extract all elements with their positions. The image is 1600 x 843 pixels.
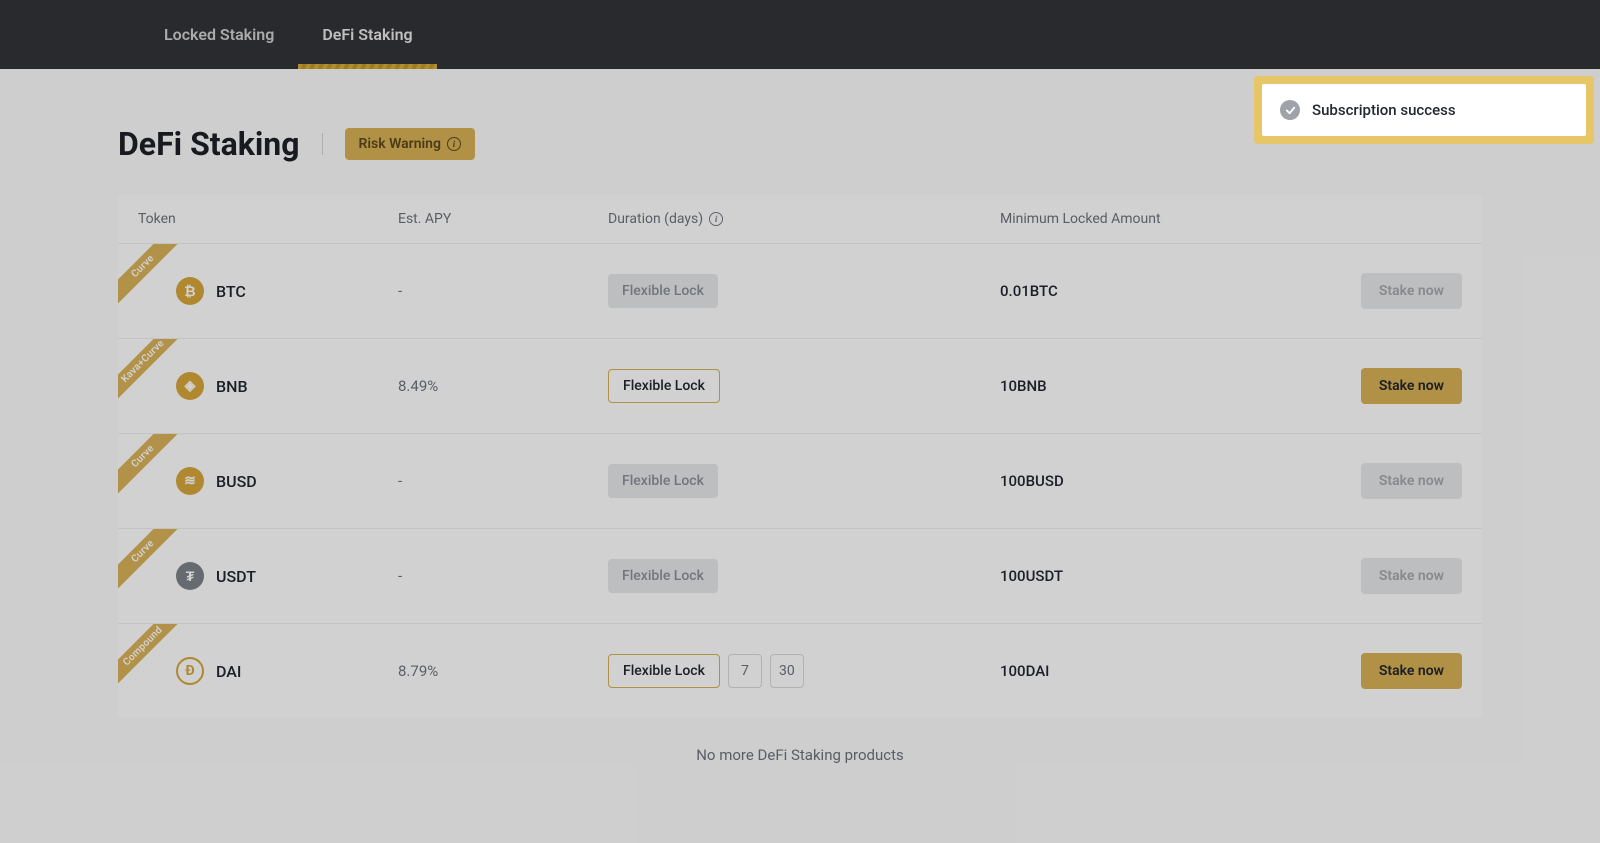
token-name: BNB: [216, 377, 248, 396]
risk-warning-label: Risk Warning: [359, 136, 441, 152]
stake-cell: Stake now: [1318, 558, 1462, 594]
duration-option[interactable]: 30: [770, 654, 804, 688]
token-name: BTC: [216, 282, 246, 301]
token-name: USDT: [216, 567, 256, 586]
coin-icon: ≋: [176, 467, 204, 495]
apy-value: 8.49%: [398, 377, 608, 395]
duration-cell: Flexible Lock: [608, 274, 978, 308]
table-row: Curve≋BUSD-Flexible Lock100BUSDStake now: [118, 433, 1482, 528]
stake-now-button: Stake now: [1361, 558, 1462, 594]
coin-icon: Đ: [176, 657, 204, 685]
stake-cell: Stake now: [1318, 653, 1462, 689]
toast-message: Subscription success: [1312, 101, 1456, 119]
stake-cell: Stake now: [1318, 368, 1462, 404]
coin-icon: ₿: [176, 277, 204, 305]
token-name: DAI: [216, 662, 241, 681]
duration-option[interactable]: Flexible Lock: [608, 654, 720, 688]
separator: [322, 133, 323, 155]
duration-option[interactable]: 7: [728, 654, 762, 688]
stake-now-button: Stake now: [1361, 273, 1462, 309]
table-footer: No more DeFi Staking products: [118, 718, 1482, 810]
col-apy: Est. APY: [398, 211, 608, 227]
min-amount: 100DAI: [978, 662, 1318, 680]
duration-cell: Flexible Lock: [608, 559, 978, 593]
col-min: Minimum Locked Amount: [978, 211, 1318, 227]
token-cell: ₮ USDT: [138, 562, 398, 590]
table-row: Curve₮USDT-Flexible Lock100USDTStake now: [118, 528, 1482, 623]
stake-now-button[interactable]: Stake now: [1361, 368, 1462, 404]
tab-label: DeFi Staking: [322, 25, 412, 44]
table-row: Curve₿BTC-Flexible Lock0.01BTCStake now: [118, 243, 1482, 338]
min-amount: 100USDT: [978, 567, 1318, 585]
info-icon: i: [447, 137, 461, 151]
duration-cell: Flexible Lock730: [608, 654, 978, 688]
page-title: DeFi Staking: [118, 125, 300, 163]
apy-value: -: [398, 282, 608, 300]
duration-option: Flexible Lock: [608, 464, 718, 498]
risk-warning-button[interactable]: Risk Warning i: [345, 128, 475, 160]
token-cell: Đ DAI: [138, 657, 398, 685]
apy-value: 8.79%: [398, 662, 608, 680]
token-name: BUSD: [216, 472, 257, 491]
duration-option: Flexible Lock: [608, 559, 718, 593]
coin-icon: ◈: [176, 372, 204, 400]
tabs-header: Locked Staking DeFi Staking: [0, 0, 1600, 69]
check-icon: [1280, 100, 1300, 120]
tab-locked-staking[interactable]: Locked Staking: [140, 0, 298, 69]
table-row: CompoundĐDAI8.79%Flexible Lock730100DAIS…: [118, 623, 1482, 718]
tab-label: Locked Staking: [164, 25, 274, 44]
staking-table: Token Est. APY Duration (days) i Minimum…: [118, 195, 1482, 718]
stake-now-button: Stake now: [1361, 463, 1462, 499]
token-cell: ◈ BNB: [138, 372, 398, 400]
apy-value: -: [398, 472, 608, 490]
token-cell: ≋ BUSD: [138, 467, 398, 495]
min-amount: 0.01BTC: [978, 282, 1318, 300]
duration-cell: Flexible Lock: [608, 464, 978, 498]
table-row: Kava+Curve◈BNB8.49%Flexible Lock10BNBSta…: [118, 338, 1482, 433]
tab-defi-staking[interactable]: DeFi Staking: [298, 0, 436, 69]
col-duration: Duration (days) i: [608, 211, 978, 227]
token-cell: ₿ BTC: [138, 277, 398, 305]
apy-value: -: [398, 567, 608, 585]
toast: Subscription success: [1262, 84, 1586, 136]
col-token: Token: [138, 211, 398, 227]
duration-option: Flexible Lock: [608, 274, 718, 308]
min-amount: 100BUSD: [978, 472, 1318, 490]
duration-option[interactable]: Flexible Lock: [608, 369, 720, 403]
stake-now-button[interactable]: Stake now: [1361, 653, 1462, 689]
min-amount: 10BNB: [978, 377, 1318, 395]
toast-highlight: Subscription success: [1254, 76, 1594, 144]
duration-cell: Flexible Lock: [608, 369, 978, 403]
info-icon[interactable]: i: [709, 212, 723, 226]
stake-cell: Stake now: [1318, 463, 1462, 499]
table-header: Token Est. APY Duration (days) i Minimum…: [118, 195, 1482, 243]
coin-icon: ₮: [176, 562, 204, 590]
stake-cell: Stake now: [1318, 273, 1462, 309]
